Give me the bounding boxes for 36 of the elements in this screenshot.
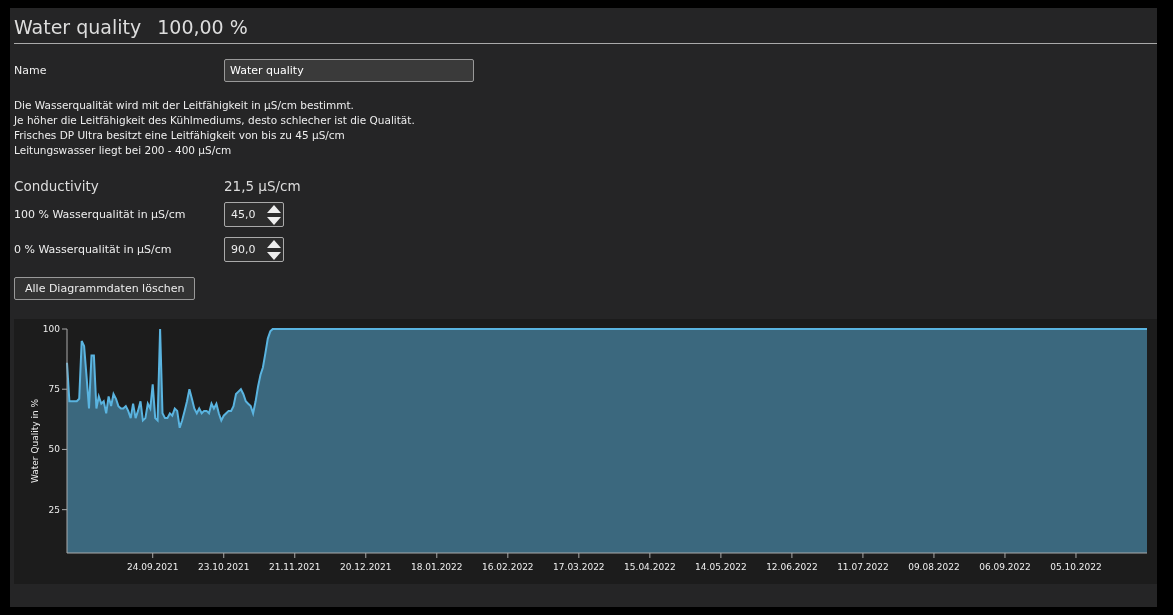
- x-tick-label: 23.10.2021: [197, 562, 250, 572]
- y-tick-label: 75: [48, 384, 60, 395]
- x-tick-label: 24.09.2021: [126, 562, 179, 572]
- conductivity-value: 21,5 µS/cm: [224, 178, 301, 194]
- number-spin-field[interactable]: 90,0: [224, 237, 284, 262]
- description-text: Die Wasserqualität wird mit der Leitfähigkeit in µS/cm bestimmt.: [14, 98, 355, 113]
- description-text: Leitungswasser liegt bei 200 - 400 µS/cm: [14, 143, 233, 158]
- up-down-arrows-icon[interactable]: [266, 203, 282, 226]
- x-tick-label: 06.09.2022: [979, 562, 1031, 572]
- number-spin-field[interactable]: 45,0: [224, 202, 284, 227]
- x-tick-label: 15.04.2022: [624, 562, 676, 572]
- clear-chart-data-button[interactable]: Alle Diagrammdaten löschen: [14, 277, 196, 300]
- y-axis-title: Water Quality in %: [30, 398, 40, 484]
- x-tick-label: 16.02.2022: [482, 562, 534, 572]
- threshold-label: 100 % Wasserqualität in µS/cm: [14, 208, 187, 221]
- x-tick-label: 17.03.2022: [553, 562, 605, 572]
- description-text: Je höher die Leitfähigkeit des Kühlmediums, desto schlecher ist die Qualität.: [14, 113, 416, 128]
- x-tick-label: 18.01.2022: [411, 562, 463, 572]
- x-tick-label: 20.12.2021: [340, 562, 392, 572]
- threshold-label: 0 % Wasserqualität in µS/cm: [14, 243, 173, 256]
- y-tick-label: 25: [48, 504, 60, 515]
- y-tick-label: 50: [48, 444, 60, 455]
- y-tick-label: 100: [42, 324, 60, 334]
- x-tick-label: 12.06.2022: [766, 562, 818, 572]
- description-text: Frisches DP Ultra besitzt eine Leitfähigkeit von bis zu 45 µS/cm: [14, 128, 346, 143]
- conductivity-label: Conductivity: [14, 178, 100, 194]
- x-tick-label: 14.05.2022: [695, 562, 747, 572]
- x-tick-label: 09.08.2022: [908, 562, 960, 572]
- x-tick-label: 05.10.2022: [1050, 562, 1102, 572]
- up-down-arrows-icon[interactable]: [266, 238, 282, 261]
- panel-title: Water quality: [14, 16, 142, 38]
- name-label: Name: [14, 64, 48, 77]
- x-tick-label: 21.11.2021: [269, 562, 321, 572]
- x-tick-label: 11.07.2022: [837, 562, 889, 572]
- quality-value: 100,00 %: [157, 16, 248, 38]
- name-input-field[interactable]: Water quality: [224, 59, 474, 82]
